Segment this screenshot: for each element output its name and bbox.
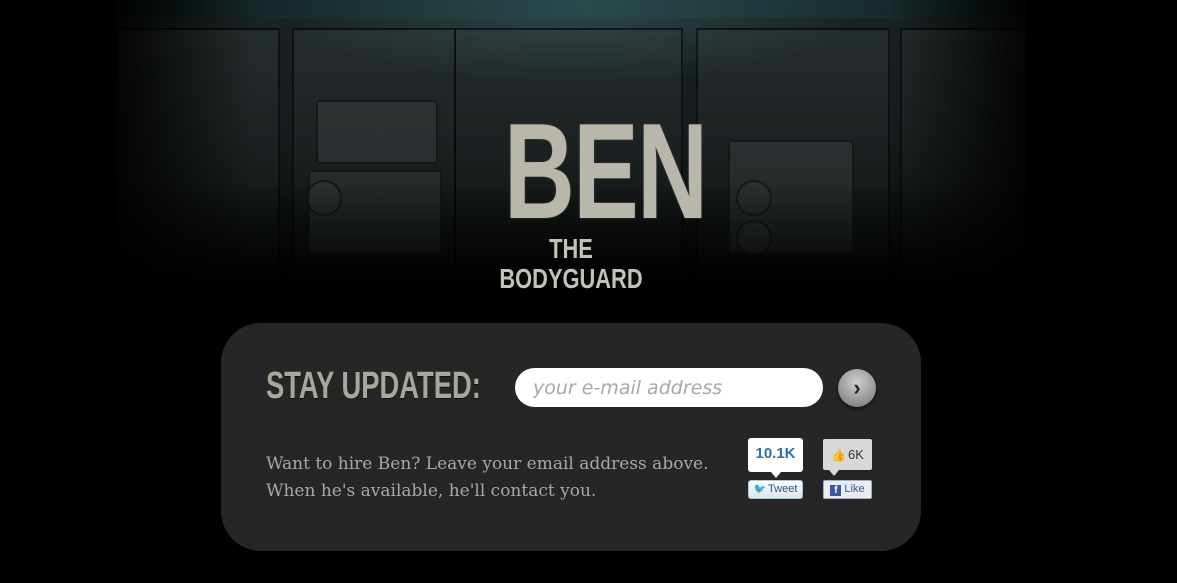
twitter-bird-icon: 🐦 [753,484,767,495]
tweet-label: Tweet [768,483,798,495]
facebook-icon: f [830,485,842,496]
tweet-button[interactable]: 🐦 Tweet [748,480,803,499]
hire-message: Want to hire Ben? Leave your email addre… [266,451,726,505]
signup-panel: STAY UPDATED: › Want to hire Ben? Leave … [221,323,921,551]
tweet-count-badge: 10.1K [748,438,803,478]
like-label: Like [844,483,865,495]
submit-email-button[interactable]: › [838,369,876,407]
logo-subtitle: THE BODYGUARD [499,233,643,294]
site-logo: BEN THE BODYGUARD [478,95,708,294]
stay-updated-heading: STAY UPDATED: [266,365,481,407]
hire-message-line: Want to hire Ben? Leave your email addre… [266,454,709,474]
like-count: 6K [848,447,864,462]
logo-title: BEN [504,95,708,247]
like-count-badge: 👍 6K [823,439,872,476]
hire-message-line: When he's available, he'll contact you. [266,481,597,501]
email-input[interactable] [515,368,823,407]
thumbs-up-icon: 👍 [831,448,847,462]
chevron-right-icon: › [853,375,861,400]
like-button[interactable]: f Like [823,480,872,499]
